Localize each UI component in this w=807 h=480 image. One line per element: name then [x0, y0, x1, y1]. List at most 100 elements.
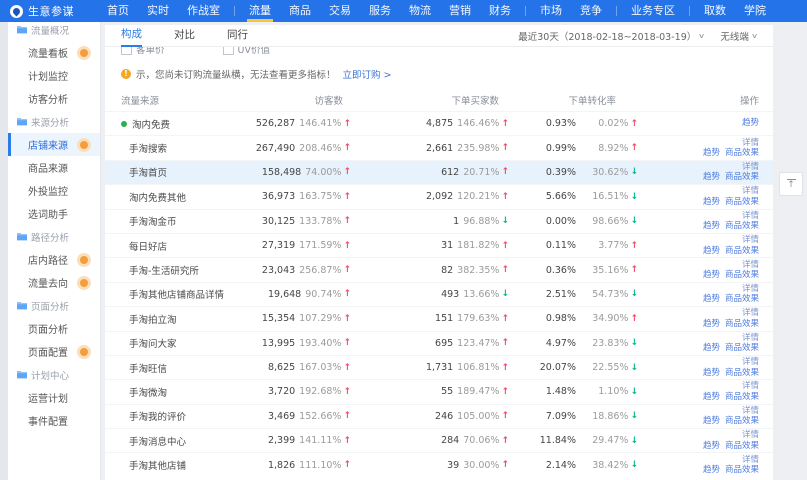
sidebar-item-运营计划[interactable]: 运营计划	[8, 386, 100, 409]
sidebar-item-外投监控[interactable]: 外投监控	[8, 179, 100, 202]
detail-link[interactable]: 详情	[742, 235, 759, 246]
trend-link[interactable]: 趋势	[703, 343, 720, 354]
sidebar-item-计划监控[interactable]: 计划监控	[8, 64, 100, 87]
detail-link[interactable]: 详情	[742, 162, 759, 173]
conversion-value-cell: 1.48%	[509, 386, 576, 397]
table-body: 淘内免费526,287146.41%↑4,875146.46%↑0.93%0.0…	[105, 111, 773, 477]
trend-link[interactable]: 趋势	[703, 246, 720, 257]
nav-item-7[interactable]: 物流	[400, 0, 440, 22]
trend-link[interactable]: 趋势	[703, 148, 720, 159]
tab-peers[interactable]: 同行	[227, 25, 248, 46]
metric-value: 267,490	[256, 143, 295, 154]
detail-link[interactable]: 详情	[742, 357, 759, 368]
trend-link[interactable]: 趋势	[703, 172, 720, 183]
checkbox-price-per-customer[interactable]: 客单价	[121, 47, 165, 56]
detail-link[interactable]: 详情	[742, 308, 759, 319]
nav-item-11[interactable]: 竞争	[571, 0, 611, 22]
nav-item-2[interactable]: 作战室	[178, 0, 229, 22]
nav-item-10[interactable]: 市场	[531, 0, 571, 22]
sidebar-item-页面分析[interactable]: 页面分析	[8, 317, 100, 340]
nav-item-4[interactable]: 商品	[280, 0, 320, 22]
product-effect-link[interactable]: 商品效果	[725, 416, 759, 427]
trend-link[interactable]: 趋势	[703, 416, 720, 427]
source-name-cell: 手淘微淘	[105, 385, 235, 399]
detail-link[interactable]: 详情	[742, 186, 759, 197]
column-header-actions: 操作	[638, 93, 773, 107]
nav-item-12[interactable]: 业务专区	[622, 0, 684, 22]
tab-composition[interactable]: 构成	[121, 24, 142, 47]
detail-link[interactable]: 详情	[742, 455, 759, 466]
table-row: 淘内免费其他36,973163.75%↑2,092120.21%↑5.66%16…	[105, 184, 773, 208]
product-effect-link[interactable]: 商品效果	[725, 221, 759, 232]
product-effect-link[interactable]: 商品效果	[725, 172, 759, 183]
source-name: 手淘拍立淘	[129, 312, 177, 326]
detail-link[interactable]: 详情	[742, 138, 759, 149]
notification-dot-icon	[80, 256, 88, 264]
app-logo[interactable]: 生意参谋	[10, 3, 98, 19]
sidebar-item-访客分析[interactable]: 访客分析	[8, 87, 100, 110]
product-effect-link[interactable]: 商品效果	[725, 148, 759, 159]
detail-link[interactable]: 详情	[742, 284, 759, 295]
metric-value: 0.99%	[546, 143, 576, 154]
up-arrow-icon: ↑	[343, 460, 351, 470]
folder-icon	[17, 232, 27, 241]
product-effect-link[interactable]: 商品效果	[725, 465, 759, 476]
metric-value: 2,399	[268, 435, 295, 446]
sidebar-item-选词助手[interactable]: 选词助手	[8, 202, 100, 225]
detail-link[interactable]: 详情	[742, 260, 759, 271]
product-effect-link[interactable]: 商品效果	[725, 197, 759, 208]
trend-link[interactable]: 趋势	[703, 319, 720, 330]
product-effect-link[interactable]: 商品效果	[725, 270, 759, 281]
date-range-picker[interactable]: 最近30天（2018-02-18~2018-03-19） ∨	[518, 29, 704, 43]
trend-link[interactable]: 趋势	[703, 270, 720, 281]
detail-link[interactable]: 详情	[742, 333, 759, 344]
metric-delta: 16.51%	[592, 191, 628, 202]
trend-link[interactable]: 趋势	[703, 197, 720, 208]
trend-link[interactable]: 趋势	[703, 465, 720, 476]
trend-link[interactable]: 趋势	[742, 118, 759, 129]
product-effect-link[interactable]: 商品效果	[725, 246, 759, 257]
product-effect-link[interactable]: 商品效果	[725, 392, 759, 403]
nav-item-13[interactable]: 取数	[695, 0, 735, 22]
product-effect-link[interactable]: 商品效果	[725, 368, 759, 379]
detail-link[interactable]: 详情	[742, 430, 759, 441]
detail-link[interactable]: 详情	[742, 381, 759, 392]
sidebar-item-店内路径[interactable]: 店内路径	[8, 248, 100, 271]
sidebar-item-商品来源[interactable]: 商品来源	[8, 156, 100, 179]
sidebar-item-店铺来源[interactable]: 店铺来源	[8, 133, 100, 156]
product-effect-link[interactable]: 商品效果	[725, 441, 759, 452]
trend-link[interactable]: 趋势	[703, 441, 720, 452]
trend-link[interactable]: 趋势	[703, 294, 720, 305]
detail-link[interactable]: 详情	[742, 211, 759, 222]
detail-link[interactable]: 详情	[742, 406, 759, 417]
subscribe-now-link[interactable]: 立即订购 >	[343, 67, 392, 81]
product-effect-link[interactable]: 商品效果	[725, 343, 759, 354]
nav-item-3[interactable]: 流量	[240, 0, 280, 22]
date-range-label: 最近30天（2018-02-18~2018-03-19）	[518, 29, 696, 43]
c1-cell: 158,49874.00%↑	[235, 167, 351, 178]
product-effect-link[interactable]: 商品效果	[725, 319, 759, 330]
sidebar-item-流量去向[interactable]: 流量去向	[8, 271, 100, 294]
terminal-picker[interactable]: 无线端 ∨	[720, 29, 757, 43]
sidebar-item-事件配置[interactable]: 事件配置	[8, 409, 100, 432]
sidebar-item-流量看板[interactable]: 流量看板	[8, 41, 100, 64]
nav-item-5[interactable]: 交易	[320, 0, 360, 22]
trend-link[interactable]: 趋势	[703, 368, 720, 379]
nav-item-0[interactable]: 首页	[98, 0, 138, 22]
up-arrow-icon: ↑	[501, 338, 509, 348]
nav-item-14[interactable]: 学院	[735, 0, 775, 22]
checkbox-uv-value[interactable]: UV价值	[223, 47, 270, 56]
back-to-top-button[interactable]: ↑	[779, 172, 803, 196]
product-effect-link[interactable]: 商品效果	[725, 294, 759, 305]
nav-item-6[interactable]: 服务	[360, 0, 400, 22]
tab-compare[interactable]: 对比	[174, 25, 195, 46]
nav-item-1[interactable]: 实时	[138, 0, 178, 22]
sidebar-item-页面配置[interactable]: 页面配置	[8, 340, 100, 363]
trend-link[interactable]: 趋势	[703, 392, 720, 403]
metric-value: 27,319	[262, 240, 295, 251]
nav-item-8[interactable]: 营销	[440, 0, 480, 22]
up-arrow-icon: ↑	[501, 167, 509, 177]
trend-link[interactable]: 趋势	[703, 221, 720, 232]
notice-text: 示，您尚未订购流量纵横，无法查看更多指标！	[136, 67, 336, 81]
nav-item-9[interactable]: 财务	[480, 0, 520, 22]
